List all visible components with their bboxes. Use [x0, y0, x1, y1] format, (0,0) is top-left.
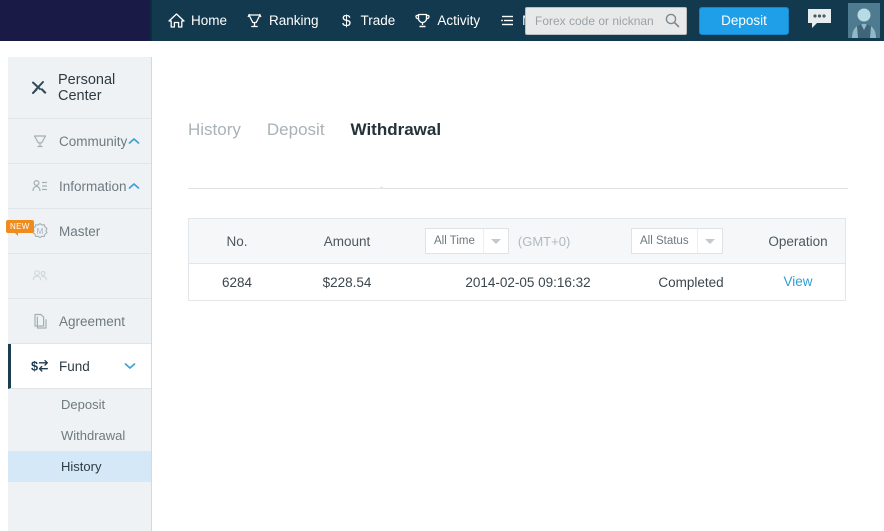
- sidebar-item-fund[interactable]: $ Fund: [8, 344, 151, 389]
- submenu-item-withdrawal[interactable]: Withdrawal: [8, 420, 151, 451]
- column-header-amount: Amount: [323, 233, 371, 249]
- active-tab-caret-icon: [374, 181, 389, 189]
- time-filter-select[interactable]: All Time: [425, 228, 509, 254]
- nav-label: Activity: [437, 12, 481, 28]
- chevron-up-icon[interactable]: [127, 182, 141, 190]
- nav-item-home[interactable]: Home: [158, 0, 236, 41]
- search-box[interactable]: [525, 7, 687, 35]
- status-filter-select[interactable]: All Status: [631, 228, 723, 254]
- top-header-bar: Home Ranking $ Trade Activity Forex code…: [0, 0, 884, 41]
- chevron-up-icon[interactable]: [127, 137, 141, 145]
- nav-label: Home: [191, 12, 228, 28]
- nav-item-ranking[interactable]: Ranking: [236, 0, 328, 41]
- tabs-underline: [188, 188, 848, 189]
- new-badge: NEW: [6, 220, 34, 236]
- sidebar-item-label: Agreement: [59, 313, 126, 329]
- submenu-item-deposit[interactable]: Deposit: [8, 389, 151, 420]
- app-root: Home Ranking $ Trade Activity Forex code…: [0, 0, 884, 531]
- search-icon[interactable]: [664, 12, 681, 29]
- chevron-down-icon[interactable]: [696, 229, 722, 253]
- people-icon: [30, 266, 50, 286]
- list-icon: [498, 11, 517, 30]
- ranking-icon: [245, 11, 264, 30]
- nav-item-trade[interactable]: $ Trade: [328, 0, 405, 41]
- sidebar-item-label: Information: [59, 178, 127, 194]
- status-badge: Completed: [658, 274, 724, 290]
- svg-text:$: $: [31, 359, 38, 374]
- tab-withdrawal[interactable]: Withdrawal: [351, 119, 442, 141]
- fund-exchange-icon: $: [30, 356, 50, 376]
- cell-amount: $228.54: [322, 274, 372, 290]
- column-header-status: All Status: [631, 228, 751, 254]
- content-tabs: History Deposit Withdrawal: [188, 97, 848, 141]
- main-navigation: Home Ranking $ Trade Activity: [158, 0, 562, 41]
- sidebar-item-label: Fund: [59, 358, 90, 374]
- contact-icon: [30, 176, 50, 196]
- page-title: Personal Center: [58, 71, 116, 104]
- header-divider: [150, 0, 152, 41]
- dollar-icon: $: [337, 11, 356, 30]
- tab-deposit[interactable]: Deposit: [267, 119, 325, 141]
- ranking-icon: [30, 131, 50, 151]
- fund-submenu: Deposit Withdrawal History: [8, 389, 151, 482]
- cell-operation: View: [751, 273, 845, 291]
- sidebar-item-label: Master: [59, 223, 101, 239]
- sidebar-item-information[interactable]: Information: [8, 164, 151, 209]
- sidebar-item-blank[interactable]: [8, 254, 151, 299]
- home-icon: [167, 11, 186, 30]
- svg-text:$: $: [342, 13, 351, 30]
- sidebar-item-label: Community: [59, 133, 128, 149]
- user-avatar[interactable]: [848, 3, 880, 38]
- cell-time-text: 2014-02-05 09:16:32: [465, 274, 591, 290]
- nav-label: Ranking: [269, 12, 319, 28]
- nav-label: Trade: [360, 12, 396, 28]
- cell-time: 2014-02-05 09:16:32: [409, 275, 631, 290]
- header-logo-area: [0, 0, 150, 41]
- cell-no: 6284: [221, 274, 253, 290]
- column-header-no: No.: [226, 233, 248, 249]
- main-content: History Deposit Withdrawal No. Amount Al…: [152, 57, 884, 531]
- table-row: 6284 $228.54 2014-02-05 09:16:32 Complet…: [189, 264, 845, 300]
- deposit-button[interactable]: Deposit: [699, 7, 789, 35]
- column-header-time: All Time (GMT+0): [409, 228, 631, 254]
- svg-text:M: M: [37, 227, 44, 236]
- sidebar-item-master[interactable]: NEW M Master: [6, 209, 151, 254]
- personal-center-header: Personal Center: [8, 57, 151, 119]
- sidebar-item-community[interactable]: Community: [8, 119, 151, 164]
- chat-bubble-icon[interactable]: [806, 7, 833, 31]
- time-filter-value: All Time: [434, 235, 475, 247]
- submenu-item-history[interactable]: History: [8, 451, 151, 482]
- sidebar: Personal Center Community Information NE…: [6, 57, 152, 531]
- trophy-icon: [413, 11, 432, 30]
- withdrawal-table: No. Amount All Time (GMT+0) All Status O…: [188, 218, 846, 301]
- documents-icon: [30, 311, 50, 331]
- search-input[interactable]: [533, 8, 661, 34]
- sidebar-item-agreement[interactable]: Agreement: [8, 299, 151, 344]
- tab-history[interactable]: History: [188, 119, 241, 141]
- table-header-row: No. Amount All Time (GMT+0) All Status O…: [189, 219, 845, 264]
- chevron-down-icon[interactable]: [123, 362, 137, 370]
- timezone-label: (GMT+0): [517, 233, 571, 249]
- cell-status: Completed: [631, 275, 751, 290]
- tools-icon: [30, 78, 50, 98]
- chevron-down-icon[interactable]: [482, 229, 508, 253]
- view-link[interactable]: View: [783, 274, 812, 289]
- status-filter-value: All Status: [640, 235, 689, 247]
- column-header-operation: Operation: [768, 233, 828, 249]
- nav-item-activity[interactable]: Activity: [404, 0, 489, 41]
